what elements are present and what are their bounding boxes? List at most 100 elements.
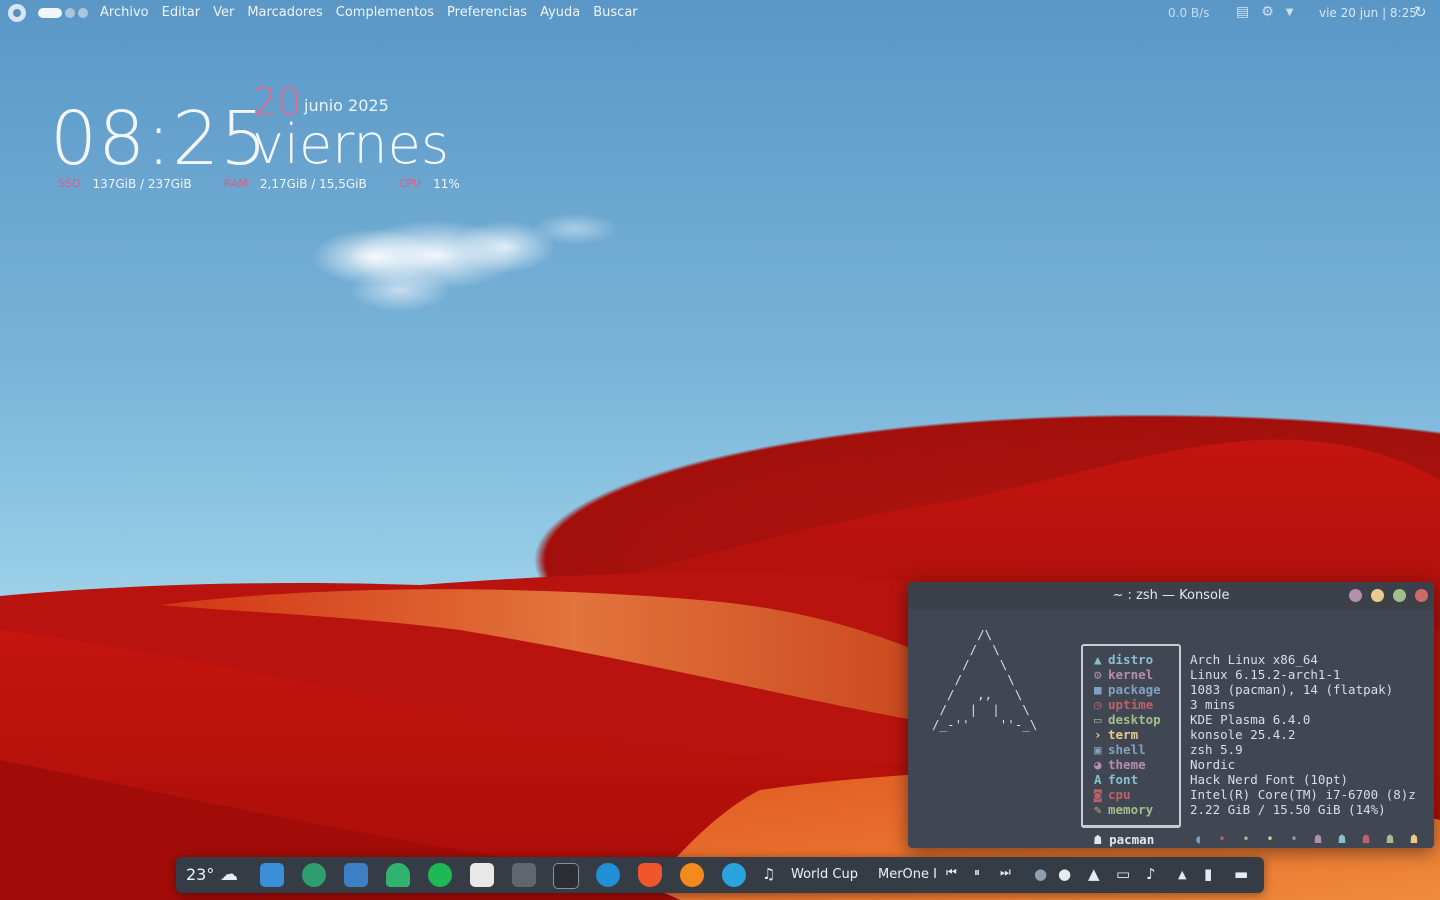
fetch-value-theme: Nordic [1190,757,1236,772]
ghost-app-icon[interactable] [386,863,410,887]
font-icon: A [1094,772,1102,787]
edge-icon[interactable] [596,863,620,887]
dot-icon: • [1242,832,1250,846]
spotify-icon[interactable] [428,863,452,887]
desktop-1[interactable] [38,8,62,18]
desktop-3[interactable] [78,8,88,18]
fetch-label-cpu: ◙ cpu [1094,787,1131,802]
pencil-icon: ✎ [1094,802,1102,817]
brave-icon[interactable] [638,863,662,887]
media-title[interactable]: World Cup [791,867,858,882]
menu-ayuda[interactable]: Ayuda [540,5,580,20]
shell-icon: ▣ [1094,742,1102,757]
gear-icon: ⚙ [1094,667,1102,682]
stat-value-ram: 2,17GiB / 15,5GiB [259,177,367,191]
panel-clock[interactable]: vie 20 jun | 8:25 [1319,6,1417,20]
terminal-icon[interactable] [553,863,579,889]
terminal-icon: › [1094,727,1102,742]
menu-ver[interactable]: Ver [213,5,234,20]
fetch-value-distro: Arch Linux x86_64 [1190,652,1318,667]
widget-time: 08:25 [50,96,269,182]
store-icon[interactable] [344,863,368,887]
launcher-icon[interactable] [8,4,26,22]
close-button[interactable] [1415,589,1428,602]
volume-icon[interactable]: ♪ [1146,865,1156,883]
cloud [265,195,635,315]
ghost-icon: ☗ [1094,832,1102,847]
firefox-icon[interactable] [680,863,704,887]
clipboard-icon[interactable]: ▤ [1236,4,1249,20]
trash-icon[interactable]: ▮ [1204,865,1212,883]
network-speed: 0.0 B/s [1168,6,1210,20]
global-menu: Archivo Editar Ver Marcadores Complement… [100,5,638,20]
cloud-icon[interactable]: ☁ [220,864,238,885]
widget-weekday: viernes [252,113,450,176]
menu-buscar[interactable]: Buscar [593,5,637,20]
media-artist[interactable]: MerOne I [878,867,937,882]
desktop-2[interactable] [65,8,75,18]
chevron-up-icon[interactable]: ▲ [1178,868,1186,881]
chip-icon: ◙ [1094,787,1102,802]
stat-label-ram: RAM [223,177,248,190]
ghost-icon: ☗ [1362,832,1370,846]
show-desktop-icon[interactable]: ▬ [1234,865,1248,883]
pacman-icon: ◖ [1194,832,1202,846]
ghost-icon: ☗ [1338,832,1346,846]
ghost-icon: ☗ [1410,832,1418,846]
fetch-label-kernel: ⚙ kernel [1094,667,1154,682]
fetch-value-kernel: Linux 6.15.2-arch1-1 [1190,667,1341,682]
weather-temperature[interactable]: 23° [186,865,214,884]
color-palette-row: ◖ • • • • ☗ ☗ ☗ ☗ ☗ [1190,832,1422,846]
dot-icon: • [1290,832,1298,846]
dot-icon: • [1218,832,1226,846]
terminal-output[interactable]: /\ / \ / \ / \ / ,, \ / | | \ /_-'' ''-_… [908,609,1434,848]
fetch-labels: ▲ distro ⚙ kernel ■ package ◷ uptime ▭ desktop › te… [1094,652,1161,817]
minimize-button[interactable] [1371,589,1384,602]
calculator-icon[interactable] [512,863,536,887]
fetch-label-theme: ◕ theme [1094,757,1146,772]
pin-button[interactable] [1349,589,1362,602]
logout-icon[interactable]: ↻ [1414,3,1427,21]
record-icon[interactable]: ● [1058,865,1071,883]
fetch-value-cpu: Intel(R) Core(TM) i7-6700 (8)z [1190,787,1416,802]
pause-icon[interactable]: ⏸ [974,865,980,880]
chevron-down-icon[interactable]: ▼ [1286,7,1294,18]
gpu-icon[interactable] [302,863,326,887]
arch-update-icon[interactable]: ▲ [1088,865,1100,883]
virtual-desktop-pager[interactable] [38,8,88,18]
settings-icon[interactable]: ⚙ [1261,4,1274,20]
menu-preferencias[interactable]: Preferencias [447,5,527,20]
clock-icon: ◷ [1094,697,1102,712]
display-icon[interactable]: ▭ [1116,865,1130,883]
telegram-icon[interactable] [722,863,746,887]
menu-archivo[interactable]: Archivo [100,5,149,20]
fetch-label-distro: ▲ distro [1094,652,1154,667]
fetch-label-memory: ✎ memory [1094,802,1154,817]
window-title: ~ : zsh — Konsole [1112,588,1230,603]
stat-label-ssd: SSD [58,177,81,190]
ghost-icon: ☗ [1386,832,1394,846]
system-stats: SSD 137GiB / 237GiB RAM 2,17GiB / 15,5Gi… [58,177,492,191]
fetch-label-font: Afont [1094,772,1139,787]
fetch-label-shell: ▣ shell [1094,742,1146,757]
menu-complementos[interactable]: Complementos [336,5,434,20]
maximize-button[interactable] [1393,589,1406,602]
next-track-icon[interactable]: ⏭ [1000,865,1011,880]
fetch-value-uptime: 3 mins [1190,697,1236,712]
music-note-icon[interactable]: ♫ [762,865,775,883]
palette-icon: ◕ [1094,757,1102,772]
previous-track-icon[interactable]: ⏮ [946,865,957,880]
package-icon: ■ [1094,682,1102,697]
files-icon[interactable] [260,863,284,887]
ghost-icon: ☗ [1314,832,1322,846]
konsole-window[interactable]: ~ : zsh — Konsole /\ / \ / \ / \ / ,, \ … [908,582,1434,848]
document-viewer-icon[interactable] [470,863,494,887]
arch-ascii-logo: /\ / \ / \ / \ / ,, \ / | | \ /_-'' ''-_… [932,627,1038,732]
menu-marcadores[interactable]: Marcadores [247,5,322,20]
fetch-label-package: ■ package [1094,682,1161,697]
droplet-icon[interactable]: ● [1034,865,1047,883]
dot-icon: • [1266,832,1274,846]
pacman-label: ☗ pacman [1094,832,1155,847]
menu-editar[interactable]: Editar [162,5,201,20]
window-titlebar[interactable]: ~ : zsh — Konsole [908,582,1434,609]
